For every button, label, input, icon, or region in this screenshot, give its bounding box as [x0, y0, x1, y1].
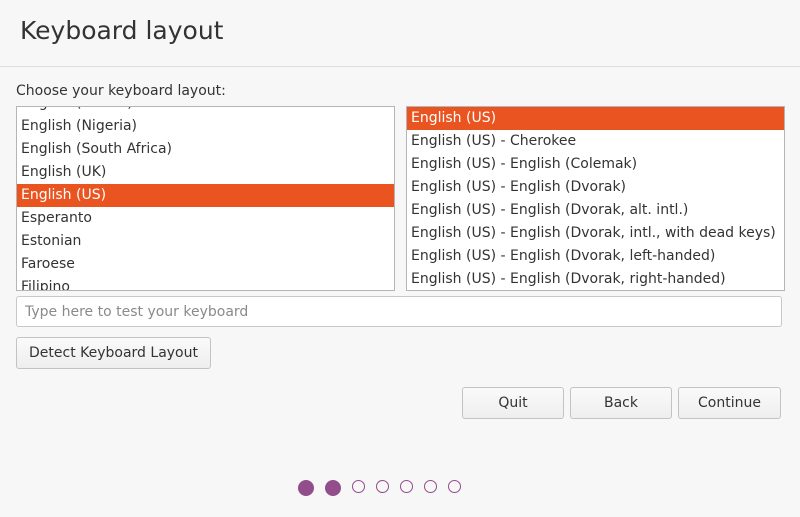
- layout-list-item[interactable]: English (Ghana): [17, 107, 394, 115]
- layout-list-items: English (Ghana)English (Nigeria)English …: [17, 107, 394, 290]
- layout-list-item[interactable]: Filipino: [17, 276, 394, 290]
- header: Keyboard layout: [0, 0, 800, 67]
- layout-list-item[interactable]: English (US): [17, 184, 394, 207]
- variant-list-items: English (US) English (US) - Cherokee Engli…: [407, 107, 784, 290]
- layout-list-item[interactable]: English (Nigeria): [17, 115, 394, 138]
- variant-list-item[interactable]: English (US): [407, 107, 784, 130]
- back-button[interactable]: Back: [570, 387, 672, 419]
- progress-steps: [298, 480, 461, 496]
- detect-layout-button[interactable]: Detect Keyboard Layout: [16, 337, 211, 369]
- step-dot-completed: [325, 480, 341, 496]
- page-title: Keyboard layout: [20, 16, 224, 45]
- step-dot-completed: [298, 480, 314, 496]
- step-dot-pending: [400, 480, 413, 493]
- layout-list-item[interactable]: English (South Africa): [17, 138, 394, 161]
- step-dot-pending: [376, 480, 389, 493]
- layout-prompt: Choose your keyboard layout:: [16, 83, 226, 99]
- step-dot-pending: [448, 480, 461, 493]
- step-dot-pending: [352, 480, 365, 493]
- variant-list-item[interactable]: English (US) - English (Dvorak, alt. int…: [407, 199, 784, 222]
- layout-list-item[interactable]: Esperanto: [17, 207, 394, 230]
- variant-list-item[interactable]: English (US) - English (Colemak): [407, 153, 784, 176]
- step-dot-pending: [424, 480, 437, 493]
- continue-button[interactable]: Continue: [678, 387, 781, 419]
- quit-button[interactable]: Quit: [462, 387, 564, 419]
- variant-list[interactable]: English (US) English (US) - Cherokee Engli…: [406, 106, 785, 291]
- variant-list-item[interactable]: English (US) - English (Dvorak, left-han…: [407, 245, 784, 268]
- variant-list-item[interactable]: English (US) - Cherokee: [407, 130, 784, 153]
- variant-list-item[interactable]: English (US) - English (Dvorak, intl., w…: [407, 222, 784, 245]
- variant-list-item[interactable]: English (US) - English (Dvorak, right-ha…: [407, 268, 784, 290]
- layout-list-item[interactable]: Faroese: [17, 253, 394, 276]
- variant-list-item[interactable]: English (US) - English (Dvorak): [407, 176, 784, 199]
- layout-list-item[interactable]: Estonian: [17, 230, 394, 253]
- layout-list[interactable]: English (Ghana)English (Nigeria)English …: [16, 106, 395, 291]
- keyboard-test-input[interactable]: [16, 296, 782, 327]
- layout-list-item[interactable]: English (UK): [17, 161, 394, 184]
